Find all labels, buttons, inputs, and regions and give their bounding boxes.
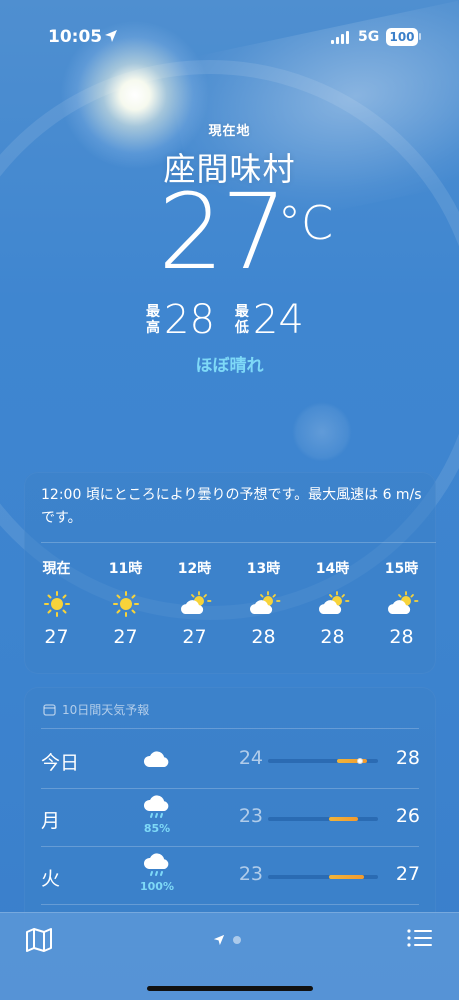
page-dot — [233, 936, 241, 944]
high-temp: 27 — [395, 863, 420, 885]
hourly-forecast-card[interactable]: 12:00 頃にところにより曇りの予想です。最大風速は 6 m/s です。 現在… — [24, 472, 436, 674]
day-name: 火 — [41, 868, 61, 890]
partly-cloudy-icon — [385, 586, 419, 622]
lens-flare — [292, 402, 352, 462]
low-label: 最 低 — [234, 304, 249, 336]
temp-range-fill — [328, 817, 359, 821]
divider — [41, 728, 419, 729]
status-bar: 10:05 5G 100 — [0, 0, 459, 70]
map-icon[interactable] — [25, 927, 53, 953]
temp-range-bar — [268, 758, 378, 764]
temp-range-fill — [328, 875, 364, 879]
partly-cloudy-icon — [316, 586, 350, 622]
sun-icon — [43, 586, 71, 622]
condition-text: ほぼ晴れ — [195, 356, 264, 376]
hourly-list[interactable]: 現在 27 11時 27 12時 27 13時 28 14時 28 15時 28 — [24, 558, 436, 648]
cellular-signal-icon — [331, 31, 349, 44]
day-row[interactable]: 月 85% 23 26 — [24, 789, 436, 847]
divider — [41, 542, 436, 543]
sun-icon — [112, 586, 140, 622]
forecast-summary: 12:00 頃にところにより曇りの予想です。最大風速は 6 m/s です。 — [41, 487, 422, 526]
hour-item: 13時 28 — [246, 561, 281, 648]
high-low: 最 高 28 最 低 24 — [146, 300, 324, 340]
temp-range-bar — [268, 817, 378, 821]
battery-icon: 100 — [386, 28, 418, 46]
divider — [41, 904, 419, 905]
day-row[interactable]: 今日 24 28 — [24, 731, 436, 789]
low-temp: 24 — [238, 747, 263, 769]
low-temp: 23 — [238, 805, 263, 827]
high-label: 最 高 — [146, 304, 160, 336]
hour-item: 12時 27 — [177, 561, 212, 648]
rain-cloud-icon — [140, 795, 174, 825]
day-name: 今日 — [41, 752, 80, 774]
list-icon[interactable] — [407, 928, 433, 948]
high-temp: 28 — [395, 747, 420, 769]
ten-day-header: 10日間天気予報 — [43, 701, 149, 718]
rain-cloud-icon — [140, 853, 174, 883]
battery-tip — [419, 33, 421, 40]
temperature-unit: °C — [278, 196, 334, 250]
high-temperature: 28 — [164, 297, 215, 343]
cloud-icon — [140, 737, 174, 779]
current-temperature: 27 — [158, 171, 287, 293]
temp-range-bar — [268, 875, 378, 879]
page-indicator[interactable] — [213, 934, 241, 946]
location-arrow-icon — [213, 934, 225, 946]
location-label: 現在地 — [208, 124, 251, 139]
network-type: 5G — [358, 29, 380, 45]
hour-item: 現在 27 — [42, 561, 71, 648]
location-arrow-icon — [105, 30, 117, 42]
hour-item: 11時 27 — [108, 561, 143, 648]
calendar-icon — [43, 704, 56, 716]
precip-chance: 100% — [140, 880, 174, 893]
partly-cloudy-icon — [247, 586, 281, 622]
low-temp: 23 — [238, 863, 263, 885]
low-temperature: 24 — [252, 297, 304, 343]
home-indicator — [147, 986, 313, 991]
day-name: 月 — [41, 810, 61, 832]
status-time: 10:05 — [48, 27, 103, 47]
hour-item: 14時 28 — [315, 561, 350, 648]
ten-day-forecast-card[interactable]: 10日間天気予報 今日 24 28 月 85% 23 26 火 100% 23 … — [24, 687, 436, 947]
precip-chance: 85% — [143, 822, 171, 835]
current-weather: 現在地 座間味村 27 °C — [0, 120, 459, 284]
high-temp: 26 — [395, 805, 420, 827]
hour-item: 15時 28 — [384, 561, 419, 648]
current-temp-dot — [357, 758, 364, 764]
partly-cloudy-icon — [178, 586, 212, 622]
day-row[interactable]: 火 100% 23 27 — [24, 847, 436, 905]
